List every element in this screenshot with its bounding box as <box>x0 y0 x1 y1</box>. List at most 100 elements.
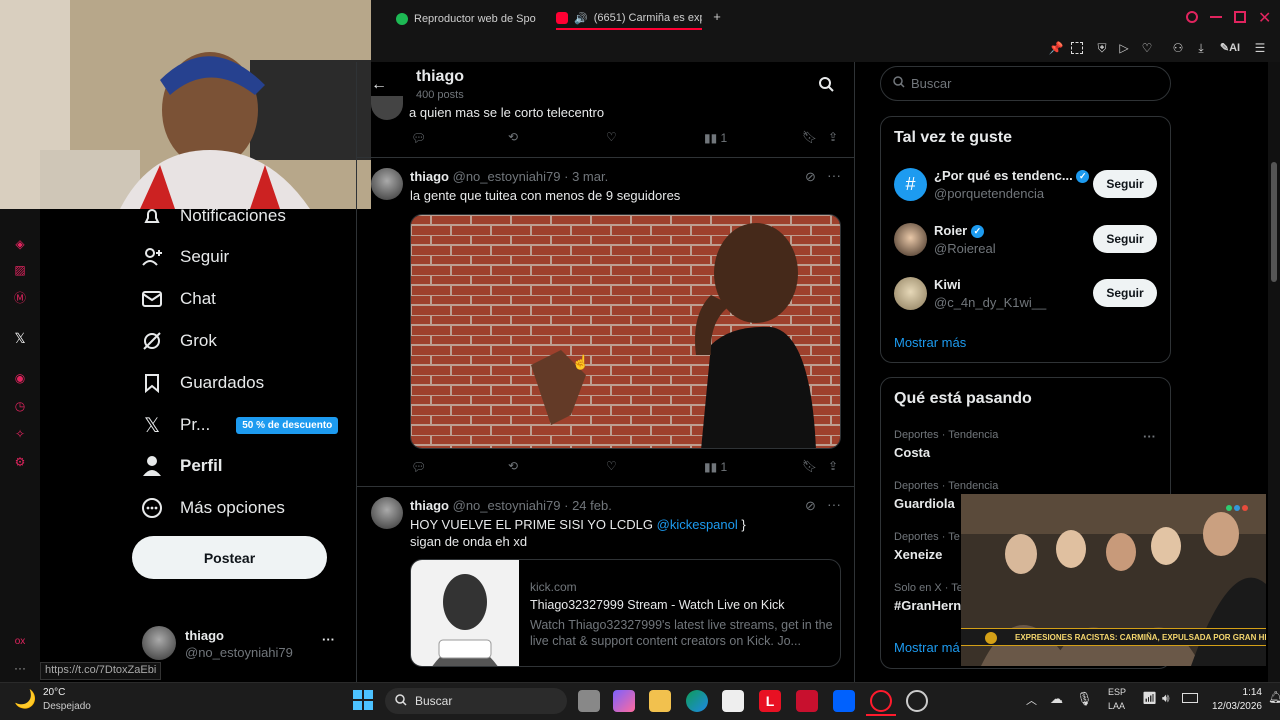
show-more-link[interactable]: Mostrar más <box>894 335 966 350</box>
follow-button[interactable]: Seguir <box>1093 225 1157 253</box>
nav-grok[interactable]: Grok <box>140 326 217 356</box>
microphone-icon[interactable]: 🎙︎ <box>1076 691 1093 707</box>
avatar[interactable]: # <box>894 168 927 201</box>
screenshot-icon[interactable] <box>1071 42 1083 54</box>
follow-button[interactable]: Seguir <box>1093 170 1157 198</box>
follow-name[interactable]: Roier ✓ <box>934 223 984 239</box>
x-app-icon[interactable]: 𝕏 <box>12 330 28 346</box>
more-icon[interactable]: ··· <box>827 496 841 512</box>
profile-icon[interactable]: ⚇ <box>1170 40 1186 56</box>
search-icon[interactable] <box>1186 11 1198 23</box>
post-button[interactable]: Postear <box>132 536 327 579</box>
download-icon[interactable]: ⤓ <box>1193 40 1209 56</box>
account-switcher[interactable]: thiago @no_estoyniahi79 ··· <box>140 624 350 664</box>
show-more-link[interactable]: Mostrar má <box>894 640 960 655</box>
scrollbar[interactable] <box>1268 62 1280 682</box>
tweet-handle[interactable]: @no_estoyniahi79 <box>453 498 561 513</box>
search-input[interactable]: Buscar <box>880 66 1171 101</box>
views-button[interactable]: ▮▮ 1 <box>704 131 727 145</box>
ai-button[interactable]: ✎AI <box>1218 40 1242 56</box>
bookmark-icon[interactable]: 🔖︎ <box>802 459 817 473</box>
edge-icon[interactable] <box>686 690 708 712</box>
wifi-icon[interactable]: 📶︎ <box>1142 691 1157 705</box>
chevron-up-icon[interactable]: ︿ <box>1026 692 1037 708</box>
grok-icon[interactable]: ⊘ <box>805 498 816 514</box>
copilot-icon[interactable] <box>613 690 635 712</box>
more-icon[interactable]: ··· <box>322 632 335 647</box>
mcafee-icon[interactable] <box>796 690 818 712</box>
share-icon[interactable]: ⇪ <box>828 459 838 473</box>
chatgpt-icon[interactable] <box>906 690 928 712</box>
link-card[interactable]: kick.com Thiago32327999 Stream - Watch L… <box>410 559 841 667</box>
volume-icon[interactable]: 🔊︎ <box>1162 691 1170 706</box>
nav-chat[interactable]: Chat <box>140 284 216 314</box>
clock-date[interactable]: 12/03/2026 <box>1206 701 1262 712</box>
bookmark-icon[interactable]: 🔖︎ <box>802 130 817 144</box>
more-icon[interactable]: ··· <box>827 167 841 183</box>
sidebar-app-icon[interactable]: ox <box>12 634 28 650</box>
sidebar-player-icon[interactable]: ◉ <box>12 370 28 386</box>
like-icon[interactable]: ♡ <box>606 130 617 144</box>
tweet-media-image[interactable] <box>410 214 841 449</box>
file-explorer-icon[interactable] <box>649 690 671 712</box>
language-code[interactable]: ESP <box>1108 687 1126 697</box>
mention-link[interactable]: @kickespanol <box>657 517 738 532</box>
heart-icon[interactable]: ♡ <box>1139 40 1155 56</box>
tab-youtube[interactable]: 🔊 (6651) Carmiña es expu <box>556 8 702 30</box>
opera-gx-icon[interactable] <box>870 690 892 712</box>
follow-name[interactable]: ¿Por qué es tendenc... ✓ <box>934 168 1090 184</box>
app-l-icon[interactable]: L <box>759 690 781 712</box>
weather-desc[interactable]: Despejado <box>43 701 91 712</box>
avatar[interactable] <box>894 277 927 310</box>
minimize-icon[interactable] <box>1210 16 1222 18</box>
dropbox-icon[interactable] <box>833 690 855 712</box>
history-icon[interactable]: ◷ <box>12 398 28 414</box>
grok-icon[interactable]: ⊘ <box>805 169 816 185</box>
task-view-icon[interactable] <box>578 690 600 712</box>
nav-bookmarks[interactable]: Guardados <box>140 368 264 398</box>
settings-icon[interactable]: ⚙ <box>12 454 28 470</box>
menu-icon[interactable]: ☰ <box>1252 40 1268 56</box>
tweet-handle[interactable]: @no_estoyniahi79 <box>453 169 561 184</box>
follow-name[interactable]: Kiwi <box>934 277 961 292</box>
notifications-icon[interactable]: 🔔︎ <box>1268 690 1280 704</box>
back-arrow-icon[interactable]: ← <box>371 76 387 94</box>
sidebar-app-icon[interactable]: Ⓜ <box>12 290 28 306</box>
battery-icon[interactable] <box>1182 693 1198 703</box>
sidebar-app-icon[interactable]: ▨ <box>12 262 28 278</box>
search-icon[interactable] <box>818 76 834 97</box>
retweet-icon[interactable]: ⟲ <box>508 130 518 144</box>
new-tab-button[interactable]: + <box>710 10 724 24</box>
tweet-author[interactable]: thiago <box>410 498 449 513</box>
language-layout[interactable]: LAA <box>1108 701 1125 711</box>
trend-name[interactable]: Costa <box>894 445 930 460</box>
tweet-date[interactable]: · 3 mar. <box>564 169 608 184</box>
weather-icon[interactable]: 🌙 <box>14 689 36 710</box>
reply-icon[interactable]: 💬︎ <box>411 131 426 145</box>
tab-spotify[interactable]: Reproductor web de Spoti <box>396 8 536 30</box>
follow-button[interactable]: Seguir <box>1093 279 1157 307</box>
more-icon[interactable]: ··· <box>1143 429 1156 444</box>
like-icon[interactable]: ♡ <box>606 459 617 473</box>
clock-time[interactable]: 1:14 <box>1212 687 1262 698</box>
extensions-icon[interactable]: ✧ <box>12 426 28 442</box>
nav-follow[interactable]: Seguir <box>140 242 229 272</box>
nav-premium[interactable]: 𝕏 Pr... 50 % de descuento <box>140 410 340 440</box>
scrollbar-thumb[interactable] <box>1271 162 1277 282</box>
close-icon[interactable]: ✕ <box>1258 8 1271 28</box>
avatar[interactable] <box>894 223 927 256</box>
nav-profile[interactable]: Perfil <box>140 451 223 481</box>
windows-start-icon[interactable] <box>353 690 373 710</box>
shield-icon[interactable]: ⛨ <box>1094 40 1110 56</box>
trend-name[interactable]: Xeneize <box>894 547 942 562</box>
weather-temp[interactable]: 20°C <box>43 687 65 698</box>
nav-notifications[interactable]: Notificaciones <box>140 201 286 231</box>
reply-icon[interactable]: 💬︎ <box>411 460 426 474</box>
sidebar-app-icon[interactable]: ◈ <box>12 236 28 252</box>
maximize-icon[interactable] <box>1234 11 1246 23</box>
nav-more-options[interactable]: Más opciones <box>140 493 285 523</box>
views-button[interactable]: ▮▮ 1 <box>704 460 727 474</box>
sidebar-more-icon[interactable]: ··· <box>12 660 28 676</box>
store-icon[interactable] <box>722 690 744 712</box>
tweet-author[interactable]: thiago <box>410 169 449 184</box>
